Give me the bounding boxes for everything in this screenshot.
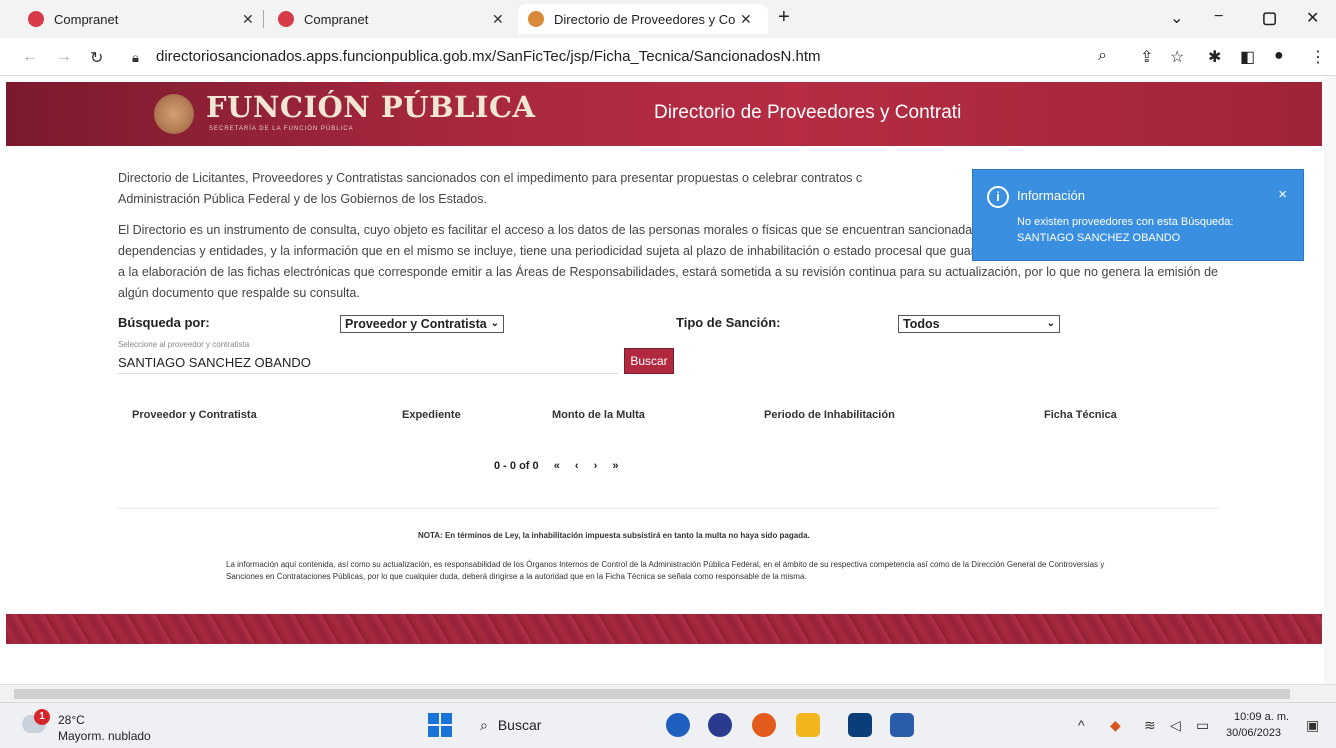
- share-icon[interactable]: ⇪: [1140, 47, 1153, 67]
- close-icon[interactable]: ✕: [740, 11, 752, 28]
- taskbar-search-label: Buscar: [497, 717, 542, 733]
- pager-prev-button[interactable]: ‹: [575, 460, 579, 472]
- tab-label: Directorio de Proveedores y Co: [554, 11, 736, 27]
- seal-logo-icon: [154, 94, 194, 134]
- logo-subtitle: SECRETARÍA DE LA FUNCIÓN PÚBLICA: [209, 126, 354, 132]
- chrome-app-icon[interactable]: [752, 713, 776, 737]
- busqueda-select[interactable]: Proveedor y Contratista ⌄: [340, 315, 504, 333]
- column-header-expediente[interactable]: Expediente: [402, 409, 461, 421]
- taskbar-search[interactable]: ⌕ Buscar: [472, 711, 642, 739]
- browser-tab-bar: Compranet ✕ Compranet ✕ Directorio de Pr…: [0, 0, 1336, 38]
- lock-icon[interactable]: 🔒︎: [132, 50, 139, 66]
- bookmark-star-icon[interactable]: ☆: [1170, 47, 1184, 67]
- search-hint: Seleccione al proveedor y contratista: [118, 340, 250, 349]
- compranet-favicon-icon: [278, 11, 294, 27]
- tab-label: Compranet: [54, 11, 119, 27]
- busqueda-value: Proveedor y Contratista: [345, 317, 487, 331]
- back-icon[interactable]: ←: [22, 48, 38, 66]
- chevron-down-icon: ⌄: [1046, 318, 1055, 329]
- word-app-icon[interactable]: [890, 713, 914, 737]
- scrollbar-thumb[interactable]: [14, 689, 1290, 699]
- tab-directorio[interactable]: Directorio de Proveedores y Co ✕: [518, 4, 768, 34]
- chevron-down-icon: ⌄: [490, 318, 499, 329]
- legal-text: La información aquí contenida, así como …: [226, 560, 1105, 581]
- zoom-icon[interactable]: ⌕: [1098, 47, 1107, 65]
- volume-icon[interactable]: ◁: [1170, 717, 1181, 734]
- logo-title: FUNCIÓN PÚBLICA: [206, 90, 536, 124]
- battery-icon[interactable]: ▭: [1196, 717, 1209, 734]
- buscar-button[interactable]: Buscar: [624, 348, 674, 374]
- pager-next-button[interactable]: ›: [594, 460, 598, 472]
- chevron-down-icon[interactable]: ⌄: [1170, 8, 1183, 28]
- busqueda-label: Búsqueda por:: [118, 315, 210, 330]
- column-header-periodo[interactable]: Periodo de Inhabilitación: [764, 409, 895, 421]
- tipo-sancion-label: Tipo de Sanción:: [676, 315, 781, 330]
- pager-first-button[interactable]: «: [554, 460, 560, 472]
- weather-desc[interactable]: Mayorm. nublado: [58, 729, 151, 743]
- wifi-icon[interactable]: ≋: [1144, 717, 1156, 734]
- proveedor-search-input[interactable]: SANTIAGO SANCHEZ OBANDO: [118, 352, 618, 374]
- chevron-up-icon[interactable]: ^: [1078, 717, 1085, 733]
- windows-start-icon[interactable]: [428, 713, 452, 737]
- store-app-icon[interactable]: [848, 713, 872, 737]
- compranet-favicon-icon: [28, 11, 44, 27]
- weather-badge: 1: [34, 709, 50, 725]
- tab-compranet-2[interactable]: Compranet ✕: [278, 4, 508, 34]
- clock-time[interactable]: 10:09 a. m.: [1234, 711, 1289, 723]
- tipo-sancion-select[interactable]: Todos ⌄: [898, 315, 1060, 333]
- info-toast: i Información × No existen proveedores c…: [972, 169, 1304, 261]
- search-icon: ⌕: [480, 717, 488, 733]
- page-content: FUNCIÓN PÚBLICA SECRETARÍA DE LA FUNCIÓN…: [0, 76, 1336, 684]
- notification-icon[interactable]: ▣: [1306, 717, 1319, 734]
- page-favicon-icon: [528, 11, 544, 27]
- tab-compranet-1[interactable]: Compranet ✕: [28, 4, 258, 34]
- clock-date[interactable]: 30/06/2023: [1226, 727, 1281, 739]
- pagination: 0 - 0 of 0 « ‹ › »: [494, 460, 630, 472]
- toast-title: Información: [1017, 188, 1085, 203]
- tab-label: Compranet: [304, 11, 369, 27]
- toast-message: No existen proveedores con esta Búsqueda…: [1017, 216, 1234, 244]
- footer-band: [6, 614, 1322, 644]
- taskbar: 1 28°C Mayorm. nublado ⌕ Buscar ^ ◆ ≋ ◁ ▭…: [0, 702, 1336, 748]
- info-icon: i: [987, 186, 1009, 208]
- toast-close-button[interactable]: ×: [1278, 186, 1287, 203]
- side-panel-icon[interactable]: ◧: [1240, 47, 1255, 67]
- new-tab-button[interactable]: +: [778, 6, 790, 29]
- nota-text: NOTA: En términos de Ley, la inhabilitac…: [418, 531, 810, 540]
- profile-icon[interactable]: ●: [1274, 47, 1284, 65]
- office-icon[interactable]: ◆: [1110, 717, 1121, 734]
- tipo-sancion-value: Todos: [903, 317, 940, 331]
- chat-app-icon[interactable]: [708, 713, 732, 737]
- pager-last-button[interactable]: »: [612, 460, 618, 472]
- address-bar: ← → ↻ 🔒︎ directoriosancionados.apps.func…: [0, 38, 1336, 76]
- column-header-proveedor[interactable]: Proveedor y Contratista: [132, 409, 257, 421]
- intro-line-2: Administración Pública Federal y de los …: [118, 192, 487, 206]
- banner-title: Directorio de Proveedores y Contrati: [654, 102, 962, 123]
- vertical-scrollbar[interactable]: [1324, 76, 1336, 684]
- forward-icon[interactable]: →: [56, 48, 72, 66]
- divider: [118, 508, 1218, 509]
- reload-icon[interactable]: ↻: [90, 48, 103, 68]
- maximize-icon[interactable]: ▢: [1262, 8, 1277, 28]
- tab-divider: [263, 10, 264, 28]
- extensions-icon[interactable]: ✱: [1208, 47, 1221, 67]
- column-header-monto[interactable]: Monto de la Multa: [552, 409, 645, 421]
- header-banner: FUNCIÓN PÚBLICA SECRETARÍA DE LA FUNCIÓN…: [6, 82, 1322, 146]
- intro-line-1: Directorio de Licitantes, Proveedores y …: [118, 171, 863, 185]
- weather-temp[interactable]: 28°C: [58, 713, 85, 727]
- pager-range: 0 - 0 of 0: [494, 460, 539, 472]
- file-explorer-icon[interactable]: [796, 713, 820, 737]
- minimize-icon[interactable]: −: [1214, 8, 1223, 26]
- url-field[interactable]: directoriosancionados.apps.funcionpublic…: [156, 48, 821, 65]
- horizontal-scrollbar[interactable]: [0, 684, 1336, 702]
- window-close-icon[interactable]: ✕: [1306, 8, 1319, 28]
- bing-app-icon[interactable]: [666, 713, 690, 737]
- menu-icon[interactable]: ⋮: [1310, 47, 1326, 67]
- column-header-ficha[interactable]: Ficha Técnica: [1044, 409, 1117, 421]
- close-icon[interactable]: ✕: [492, 11, 504, 28]
- close-icon[interactable]: ✕: [242, 11, 254, 28]
